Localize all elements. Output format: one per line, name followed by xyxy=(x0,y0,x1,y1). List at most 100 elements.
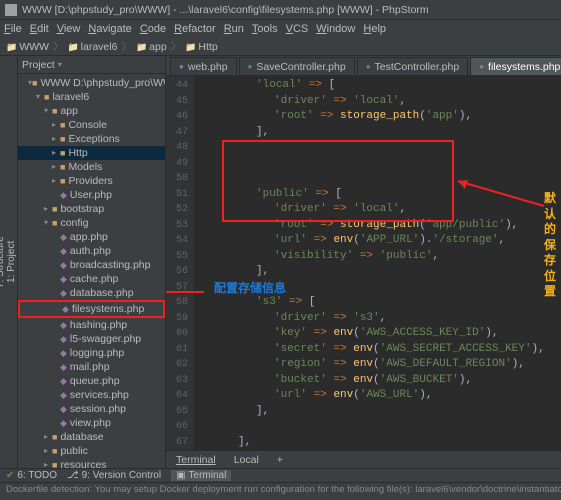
menu-tools[interactable]: Tools xyxy=(252,23,278,35)
breadcrumb-sep: 〉 xyxy=(121,39,132,54)
tool-todo[interactable]: ✔6: TODO xyxy=(6,470,57,481)
code-line-56[interactable]: ], xyxy=(202,264,561,280)
terminal-tab-title[interactable]: Terminal xyxy=(170,454,222,466)
tree-item-database-php[interactable]: ◆database.php xyxy=(18,286,165,300)
menu-navigate[interactable]: Navigate xyxy=(88,23,131,35)
tree-item-providers[interactable]: ▸■Providers xyxy=(18,174,165,188)
tree-item-resources[interactable]: ▸■resources xyxy=(18,458,165,468)
code-line-49[interactable] xyxy=(202,156,561,172)
tree-item-laravel6[interactable]: ▾■laravel6 xyxy=(18,90,165,104)
code-line-54[interactable]: 'url' => env('APP_URL').'/storage', xyxy=(202,233,561,249)
breadcrumb-www[interactable]: WWW xyxy=(6,41,49,53)
tree-item-filesystems-php[interactable]: ◆filesystems.php xyxy=(18,300,165,318)
tree-item-hashing-php[interactable]: ◆hashing.php xyxy=(18,318,165,332)
tree-item-view-php[interactable]: ◆view.php xyxy=(18,416,165,430)
code-line-53[interactable]: 'root' => storage_path('app/public'), xyxy=(202,218,561,234)
project-panel-label: Project xyxy=(22,59,55,71)
code-line-57[interactable] xyxy=(202,280,561,296)
project-tree[interactable]: ▾■WWW D:\phpstudy_pro\WWW▾■laravel6▾■app… xyxy=(18,74,165,468)
tree-item-bootstrap[interactable]: ▸■bootstrap xyxy=(18,202,165,216)
menu-edit[interactable]: Edit xyxy=(30,23,49,35)
tree-item-auth-php[interactable]: ◆auth.php xyxy=(18,244,165,258)
code-line-51[interactable]: 'public' => [ xyxy=(202,187,561,203)
tree-item-mail-php[interactable]: ◆mail.php xyxy=(18,360,165,374)
tree-item-broadcasting-php[interactable]: ◆broadcasting.php xyxy=(18,258,165,272)
editor-tab-filesystems-php[interactable]: ●filesystems.php xyxy=(470,57,561,75)
tree-item-services-php[interactable]: ◆services.php xyxy=(18,388,165,402)
tree-item-session-php[interactable]: ◆session.php xyxy=(18,402,165,416)
terminal-tab-add[interactable]: + xyxy=(271,454,289,466)
app-icon xyxy=(5,4,17,16)
code-content[interactable]: 默认的保存位置 配置存储信息 文件的保存位置（默认） 'local' => ['… xyxy=(194,76,561,450)
bottom-tool-bar: ✔6: TODO ⎇9: Version Control ▣Terminal xyxy=(0,468,561,482)
tree-item-cache-php[interactable]: ◆cache.php xyxy=(18,272,165,286)
code-line-52[interactable]: 'driver' => 'local', xyxy=(202,202,561,218)
code-line-55[interactable]: 'visibility' => 'public', xyxy=(202,249,561,265)
code-line-46[interactable]: 'root' => storage_path('app'), xyxy=(202,109,561,125)
code-line-65[interactable]: ], xyxy=(202,404,561,420)
code-editor[interactable]: 4445464748495051525354555657585960616263… xyxy=(166,76,561,450)
tree-root[interactable]: ▾■WWW D:\phpstudy_pro\WWW xyxy=(18,76,165,90)
status-text: Dockerfile detection: You may setup Dock… xyxy=(6,484,561,495)
chevron-down-icon: ▾ xyxy=(58,60,62,69)
editor-tab-bar: ●web.php●SaveController.php●TestControll… xyxy=(166,56,561,76)
tool-terminal[interactable]: ▣Terminal xyxy=(171,470,231,481)
title-text: WWW [D:\phpstudy_pro\WWW] - ...\laravel6… xyxy=(22,4,429,16)
menu-view[interactable]: View xyxy=(57,23,81,35)
tree-item-console[interactable]: ▸■Console xyxy=(18,118,165,132)
code-line-59[interactable]: 'driver' => 's3', xyxy=(202,311,561,327)
editor-tab-web-php[interactable]: ●web.php xyxy=(170,57,237,75)
code-line-58[interactable]: 's3' => [ xyxy=(202,295,561,311)
breadcrumb-app[interactable]: app xyxy=(136,41,167,53)
tree-item-user-php[interactable]: ◆User.php xyxy=(18,188,165,202)
tree-item-app[interactable]: ▾■app xyxy=(18,104,165,118)
menu-window[interactable]: Window xyxy=(316,23,355,35)
tree-item-config[interactable]: ▾■config xyxy=(18,216,165,230)
editor-tab-savecontroller-php[interactable]: ●SaveController.php xyxy=(239,57,355,75)
menu-vcs[interactable]: VCS xyxy=(286,23,309,35)
breadcrumb-sep: 〉 xyxy=(53,39,64,54)
project-tool-window: Project ▾ ▾■WWW D:\phpstudy_pro\WWW▾■lar… xyxy=(18,56,166,468)
menu-help[interactable]: Help xyxy=(363,23,386,35)
tree-item-queue-php[interactable]: ◆queue.php xyxy=(18,374,165,388)
breadcrumb-http[interactable]: Http xyxy=(185,41,217,53)
tree-item-database[interactable]: ▸■database xyxy=(18,430,165,444)
editor-tab-testcontroller-php[interactable]: ●TestController.php xyxy=(357,57,468,75)
code-line-64[interactable]: 'url' => env('AWS_URL'), xyxy=(202,388,561,404)
status-bar: Dockerfile detection: You may setup Dock… xyxy=(0,482,561,496)
menu-bar: File Edit View Navigate Code Refactor Run Tools… xyxy=(0,20,561,38)
code-line-61[interactable]: 'secret' => env('AWS_SECRET_ACCESS_KEY')… xyxy=(202,342,561,358)
project-panel-header[interactable]: Project ▾ xyxy=(18,56,165,74)
tree-item-exceptions[interactable]: ▸■Exceptions xyxy=(18,132,165,146)
gutter-tab-structure[interactable]: 7: Structure xyxy=(0,56,6,468)
code-line-66[interactable] xyxy=(202,419,561,435)
line-gutter: 4445464748495051525354555657585960616263… xyxy=(166,76,194,450)
menu-run[interactable]: Run xyxy=(224,23,244,35)
tree-item-public[interactable]: ▸■public xyxy=(18,444,165,458)
menu-file[interactable]: File xyxy=(4,23,22,35)
code-line-48[interactable] xyxy=(202,140,561,156)
code-line-50[interactable] xyxy=(202,171,561,187)
code-line-44[interactable]: 'local' => [ xyxy=(202,78,561,94)
terminal-tab-bar: Terminal Local + xyxy=(166,450,561,468)
breadcrumb-laravel6[interactable]: laravel6 xyxy=(67,41,117,53)
code-line-67[interactable]: ], xyxy=(202,435,561,451)
code-line-60[interactable]: 'key' => env('AWS_ACCESS_KEY_ID'), xyxy=(202,326,561,342)
tree-item-models[interactable]: ▸■Models xyxy=(18,160,165,174)
code-line-62[interactable]: 'region' => env('AWS_DEFAULT_REGION'), xyxy=(202,357,561,373)
tree-item-l5-swagger-php[interactable]: ◆l5-swagger.php xyxy=(18,332,165,346)
tool-version-control[interactable]: ⎇9: Version Control xyxy=(67,470,161,481)
code-line-45[interactable]: 'driver' => 'local', xyxy=(202,94,561,110)
code-line-63[interactable]: 'bucket' => env('AWS_BUCKET'), xyxy=(202,373,561,389)
left-gutter: 1: Project 7: Structure 2: Favorites xyxy=(0,56,18,468)
breadcrumb: WWW〉laravel6〉app〉Http xyxy=(0,38,561,56)
code-line-47[interactable]: ], xyxy=(202,125,561,141)
tree-item-app-php[interactable]: ◆app.php xyxy=(18,230,165,244)
menu-refactor[interactable]: Refactor xyxy=(174,23,216,35)
gutter-tab-project[interactable]: 1: Project xyxy=(6,56,17,468)
menu-code[interactable]: Code xyxy=(140,23,166,35)
tree-item-http[interactable]: ▸■Http xyxy=(18,146,165,160)
terminal-tab-local[interactable]: Local xyxy=(228,454,265,466)
title-bar: WWW [D:\phpstudy_pro\WWW] - ...\laravel6… xyxy=(0,0,561,20)
tree-item-logging-php[interactable]: ◆logging.php xyxy=(18,346,165,360)
